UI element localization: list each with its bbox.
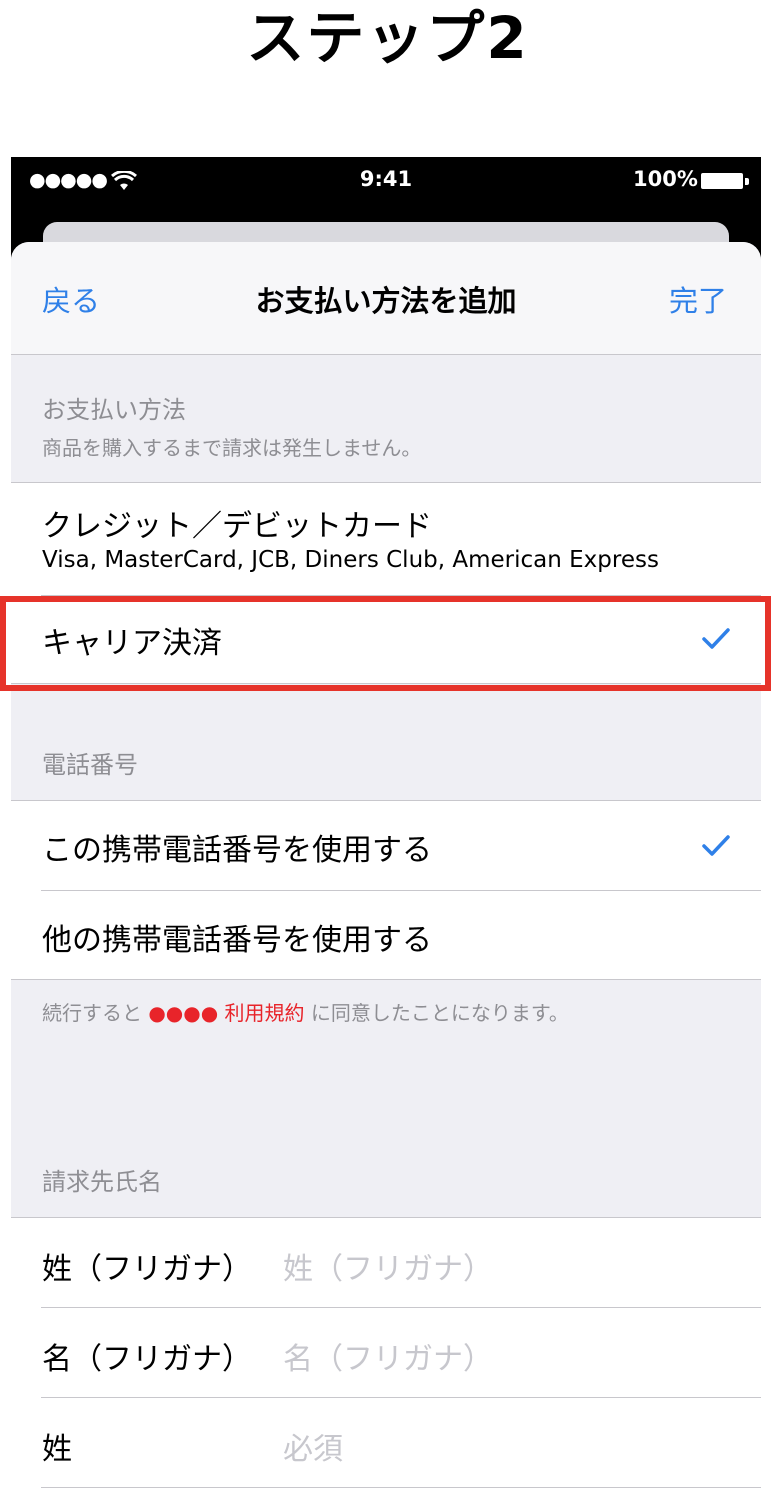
option-this-phone-title: この携帯電話番号を使用する: [42, 833, 432, 868]
battery-tip: [745, 178, 749, 185]
phone-section-header: 電話番号: [42, 751, 138, 779]
terms-note: 続行すると ●●●● 利用規約 に同意したことになります。: [42, 997, 569, 1026]
field-last-name-kana[interactable]: 姓（フリガナ） 姓（フリガナ）: [11, 1218, 761, 1307]
field-last-name[interactable]: 姓 必須: [11, 1398, 761, 1487]
field-last-name-input[interactable]: 必須: [283, 1424, 343, 1468]
option-credit-card-title: クレジット／デビットカード: [42, 509, 432, 544]
terms-suffix: に同意したことになります。: [310, 1001, 569, 1025]
nav-bar: 戻る お支払い方法を追加 完了: [11, 242, 761, 355]
highlight-frame: [0, 596, 771, 691]
payment-section-header: お支払い方法: [42, 396, 186, 424]
step-title: ステップ2: [246, 4, 529, 72]
field-first-name-kana-label: 名（フリガナ）: [42, 1342, 252, 1377]
billing-section-header: 請求先氏名: [42, 1168, 162, 1196]
add-payment-sheet: 戻る お支払い方法を追加 完了 お支払い方法 商品を購入するまで請求は発生しませ…: [11, 242, 761, 1496]
divider: [41, 1487, 761, 1488]
option-this-phone[interactable]: この携帯電話番号を使用する: [11, 801, 761, 890]
option-credit-card[interactable]: クレジット／デビットカード Visa, MasterCard, JCB, Din…: [11, 483, 761, 595]
billing-fields-group: 姓（フリガナ） 姓（フリガナ） 名（フリガナ） 名（フリガナ） 姓 必須: [11, 1217, 761, 1496]
phone-screen: ●●●●● 9:41 100% 戻る お支払い方法を追加 完了 お支払い方法 商…: [11, 157, 761, 1496]
option-other-phone[interactable]: 他の携帯電話番号を使用する: [11, 891, 761, 979]
field-first-name-kana[interactable]: 名（フリガナ） 名（フリガナ）: [11, 1308, 761, 1397]
option-credit-card-brands: Visa, MasterCard, JCB, Diners Club, Amer…: [42, 547, 659, 573]
checkmark-icon: [702, 835, 730, 856]
battery-icon: [701, 173, 743, 189]
done-button[interactable]: 完了: [669, 278, 727, 320]
phone-options-group: この携帯電話番号を使用する 他の携帯電話番号を使用する: [11, 800, 761, 980]
battery-percent: 100%: [633, 167, 698, 191]
payment-section-subheader: 商品を購入するまで請求は発生しません。: [42, 436, 422, 460]
nav-title: お支払い方法を追加: [255, 284, 517, 318]
field-last-name-kana-label: 姓（フリガナ）: [42, 1252, 252, 1287]
masked-text: ●●●●: [148, 1001, 219, 1025]
terms-prefix: 続行すると: [42, 1001, 142, 1025]
terms-link[interactable]: 利用規約: [225, 1001, 305, 1025]
field-last-name-label: 姓: [42, 1432, 72, 1467]
option-other-phone-title: 他の携帯電話番号を使用する: [42, 923, 432, 958]
field-last-name-kana-input[interactable]: 姓（フリガナ）: [283, 1244, 493, 1288]
field-first-name-kana-input[interactable]: 名（フリガナ）: [283, 1334, 493, 1378]
